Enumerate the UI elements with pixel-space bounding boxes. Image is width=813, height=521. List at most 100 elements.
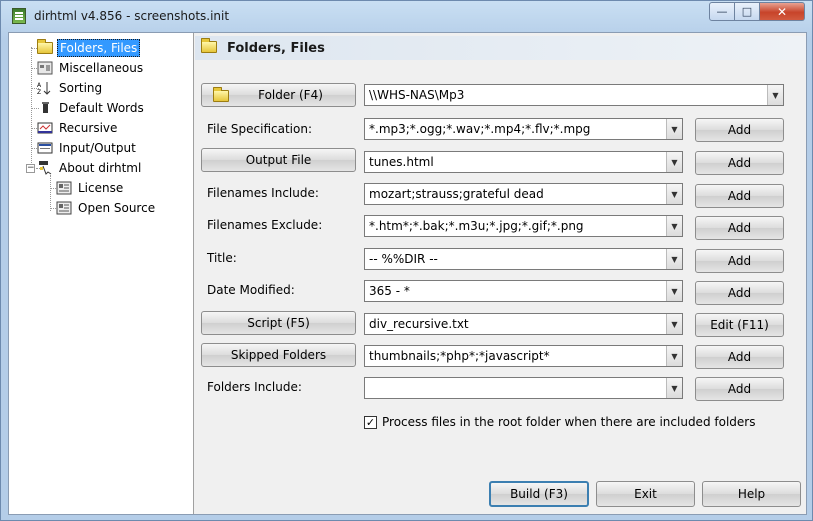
tree-item-about-dirhtml[interactable]: About dirhtml — [37, 159, 143, 177]
tree-item-label: License — [78, 181, 124, 195]
filenames-include-label: Filenames Include: — [207, 186, 319, 200]
script-value: div_recursive.txt — [369, 317, 469, 331]
tree-collapse-toggle[interactable]: − — [26, 164, 35, 173]
folder-icon — [213, 87, 229, 102]
skipped-folders-button[interactable]: Skipped Folders — [201, 343, 356, 367]
folders-include-label: Folders Include: — [207, 380, 302, 394]
filenames-include-value: mozart;strauss;grateful dead — [369, 187, 544, 201]
dropdown-arrow-icon[interactable]: ▼ — [666, 378, 682, 398]
title-combo[interactable]: -- %%DIR -- ▼ — [364, 248, 683, 270]
folder-path-value: \\WHS-NAS\Mp3 — [369, 88, 465, 102]
file-spec-value: *.mp3;*.ogg;*.wav;*.mp4;*.flv;*.mpg — [369, 122, 591, 136]
folder-button-label: Folder (F4) — [258, 88, 323, 102]
folder-icon — [37, 39, 53, 55]
tree-connector — [50, 175, 51, 211]
skipped-folders-add-button[interactable]: Add — [695, 345, 784, 369]
app-window: dirhtml v4.856 - screenshots.init — □ ✕ … — [0, 0, 813, 521]
tree-item-label: Default Words — [59, 101, 144, 115]
file-spec-combo[interactable]: *.mp3;*.ogg;*.wav;*.mp4;*.flv;*.mpg ▼ — [364, 118, 683, 140]
panel-header: Folders, Files — [195, 36, 806, 60]
folder-button[interactable]: Folder (F4) — [201, 83, 356, 107]
recursive-icon — [37, 121, 53, 135]
close-button[interactable]: ✕ — [760, 2, 805, 21]
license-icon — [56, 181, 72, 195]
date-modified-label: Date Modified: — [207, 283, 295, 297]
tree-item-label: Sorting — [59, 81, 103, 95]
folder-path-combo[interactable]: \\WHS-NAS\Mp3 ▼ — [364, 84, 784, 106]
script-button[interactable]: Script (F5) — [201, 311, 356, 335]
tree-item-default-words[interactable]: Default Words — [37, 99, 146, 117]
window-controls: — □ ✕ — [709, 2, 805, 21]
output-file-combo[interactable]: tunes.html ▼ — [364, 151, 683, 173]
tree-item-label: Folders, Files — [57, 39, 141, 57]
title-bar: dirhtml v4.856 - screenshots.init — □ ✕ — [1, 1, 812, 31]
dropdown-arrow-icon[interactable]: ▼ — [767, 85, 783, 105]
dropdown-arrow-icon[interactable]: ▼ — [666, 346, 682, 366]
folder-icon — [201, 37, 217, 56]
title-add-button[interactable]: Add — [695, 249, 784, 273]
filenames-exclude-value: *.htm*;*.bak;*.m3u;*.jpg;*.gif;*.png — [369, 219, 584, 233]
output-file-value: tunes.html — [369, 155, 434, 169]
script-combo[interactable]: div_recursive.txt ▼ — [364, 313, 683, 335]
dropdown-arrow-icon[interactable]: ▼ — [666, 184, 682, 204]
dropdown-arrow-icon[interactable]: ▼ — [666, 249, 682, 269]
filenames-exclude-label: Filenames Exclude: — [207, 218, 323, 232]
title-value: -- %%DIR -- — [369, 252, 438, 266]
file-spec-label: File Specification: — [207, 122, 312, 136]
tree-item-open-source[interactable]: Open Source — [56, 199, 157, 217]
skipped-folders-combo[interactable]: thumbnails;*php*;*javascript* ▼ — [364, 345, 683, 367]
tree-item-miscellaneous[interactable]: Miscellaneous — [37, 59, 145, 77]
misc-icon — [37, 61, 53, 75]
dropdown-arrow-icon[interactable]: ▼ — [666, 281, 682, 301]
app-icon — [12, 8, 26, 24]
sort-icon: AZ — [37, 81, 53, 95]
skipped-folders-value: thumbnails;*php*;*javascript* — [369, 349, 550, 363]
options-tree[interactable]: − Folders, Files Miscellaneous AZ Sortin… — [9, 33, 194, 514]
date-modified-add-button[interactable]: Add — [695, 281, 784, 305]
about-icon — [37, 161, 53, 175]
filenames-exclude-add-button[interactable]: Add — [695, 216, 784, 240]
tree-item-label: Recursive — [59, 121, 118, 135]
date-modified-value: 365 - * — [369, 284, 410, 298]
output-file-add-button[interactable]: Add — [695, 151, 784, 175]
folders-include-add-button[interactable]: Add — [695, 377, 784, 401]
date-modified-combo[interactable]: 365 - * ▼ — [364, 280, 683, 302]
io-icon — [37, 141, 53, 155]
window-title: dirhtml v4.856 - screenshots.init — [34, 9, 230, 23]
tree-item-sorting[interactable]: AZ Sorting — [37, 79, 104, 97]
svg-text:Z: Z — [37, 89, 41, 95]
filenames-exclude-combo[interactable]: *.htm*;*.bak;*.m3u;*.jpg;*.gif;*.png ▼ — [364, 215, 683, 237]
svg-text:A: A — [37, 82, 42, 89]
tree-item-label: Miscellaneous — [59, 61, 144, 75]
minimize-button[interactable]: — — [709, 2, 735, 21]
title-label: Title: — [207, 251, 237, 265]
filenames-include-combo[interactable]: mozart;strauss;grateful dead ▼ — [364, 183, 683, 205]
dropdown-arrow-icon[interactable]: ▼ — [666, 216, 682, 236]
process-root-label: Process files in the root folder when th… — [382, 415, 756, 429]
tree-item-label: About dirhtml — [59, 161, 142, 175]
settings-panel: Folders, Files Folder (F4) \\WHS-NAS\Mp3… — [195, 33, 806, 514]
folders-include-combo[interactable]: ▼ — [364, 377, 683, 399]
filenames-include-add-button[interactable]: Add — [695, 184, 784, 208]
output-file-button[interactable]: Output File — [201, 148, 356, 172]
exit-button[interactable]: Exit — [596, 481, 695, 507]
help-button[interactable]: Help — [702, 481, 801, 507]
dropdown-arrow-icon[interactable]: ▼ — [666, 152, 682, 172]
dropdown-arrow-icon[interactable]: ▼ — [666, 119, 682, 139]
panel-title: Folders, Files — [227, 40, 325, 56]
maximize-button[interactable]: □ — [735, 2, 760, 21]
tree-item-input-output[interactable]: Input/Output — [37, 139, 138, 157]
process-root-checkbox[interactable]: ✓ — [364, 416, 377, 429]
open-source-icon — [56, 201, 72, 215]
tree-item-recursive[interactable]: Recursive — [37, 119, 119, 137]
tree-item-label: Open Source — [78, 201, 156, 215]
tree-item-folders-files[interactable]: Folders, Files — [37, 39, 141, 57]
words-icon — [37, 101, 53, 115]
tree-item-license[interactable]: License — [56, 179, 125, 197]
tree-item-label: Input/Output — [59, 141, 136, 155]
file-spec-add-button[interactable]: Add — [695, 118, 784, 142]
build-button[interactable]: Build (F3) — [489, 481, 589, 507]
client-area: − Folders, Files Miscellaneous AZ Sortin… — [8, 32, 807, 515]
dropdown-arrow-icon[interactable]: ▼ — [666, 314, 682, 334]
script-edit-button[interactable]: Edit (F11) — [695, 313, 784, 337]
